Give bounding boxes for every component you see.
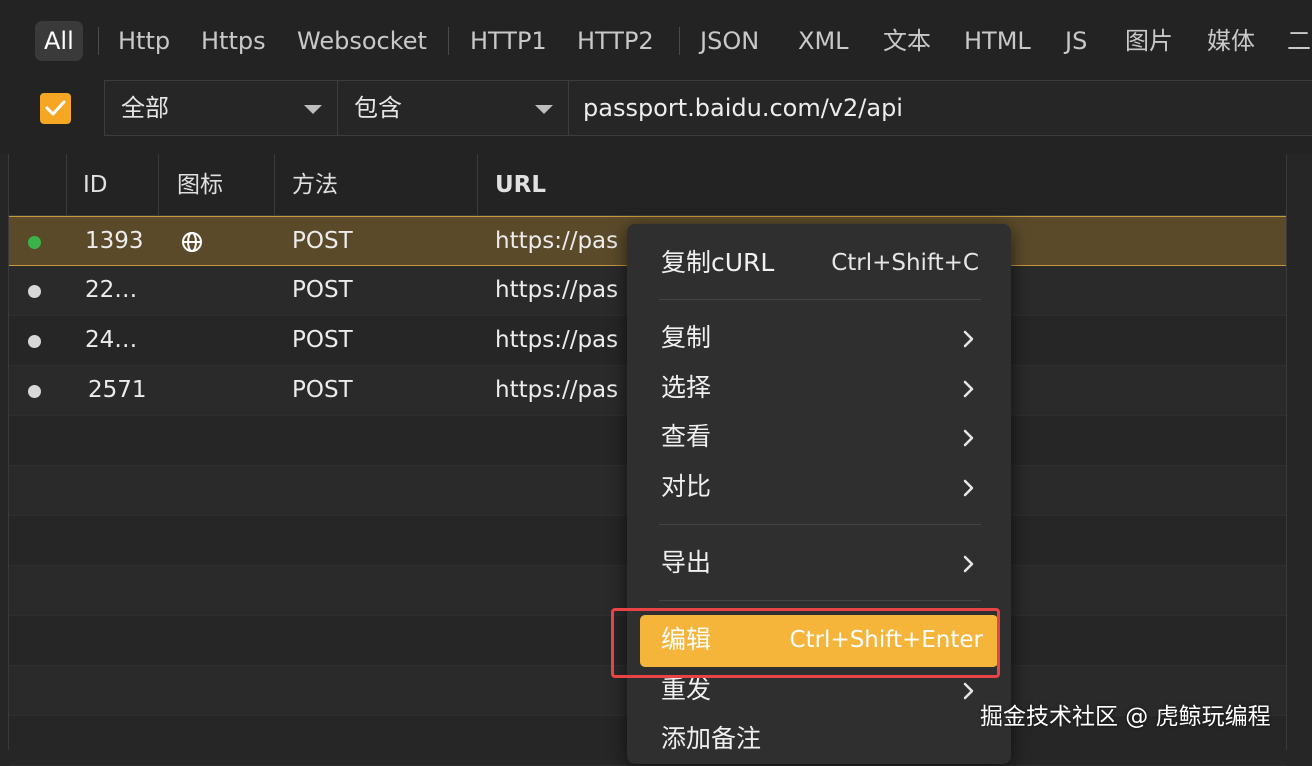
row-method: POST [292, 277, 353, 303]
column-header-icon[interactable]: 图标 [177, 154, 223, 216]
filter-enable-checkbox[interactable] [40, 93, 71, 124]
menu-item-add-note[interactable]: 添加备注 [627, 714, 1011, 764]
menu-item-label: 选择 [661, 373, 712, 402]
row-method: POST [292, 228, 353, 254]
status-dot [28, 335, 41, 348]
menu-separator [659, 299, 981, 300]
menu-item-view[interactable]: 查看 [627, 412, 1011, 462]
menu-item-label: 对比 [661, 472, 712, 501]
tab-http1[interactable]: HTTP1 [470, 22, 547, 60]
column-divider [477, 154, 478, 216]
column-header-url[interactable]: URL [495, 154, 546, 216]
column-header-id[interactable]: ID [83, 154, 108, 216]
check-icon [45, 100, 66, 116]
filter-match-value: 包含 [354, 94, 402, 122]
menu-item-label: 查看 [661, 422, 712, 451]
menu-item-label: 导出 [661, 548, 712, 577]
chevron-right-icon [963, 330, 974, 348]
filter-scope-select[interactable]: 全部 [104, 80, 338, 136]
chevron-right-icon [963, 682, 974, 700]
tab-binary[interactable]: 二 [1287, 22, 1311, 60]
annotation-highlight-box [611, 608, 1000, 678]
menu-item-label: 复制 [661, 323, 712, 352]
menu-item-label: 复制cURL [661, 248, 775, 277]
status-dot [28, 236, 41, 249]
chevron-right-icon [963, 380, 974, 398]
filter-text-input[interactable]: passport.baidu.com/v2/api [568, 80, 1312, 136]
status-dot [28, 385, 41, 398]
tab-js[interactable]: JS [1065, 22, 1087, 60]
chevron-right-icon [963, 429, 974, 447]
watermark: 掘金技术社区 @ 虎鲸玩编程 [980, 704, 1271, 730]
filter-scope-value: 全部 [121, 94, 169, 122]
tab-divider [448, 27, 449, 55]
column-divider [158, 154, 159, 216]
globe-icon [182, 232, 202, 252]
tab-divider [98, 27, 99, 55]
chevron-right-icon [963, 555, 974, 573]
chevron-right-icon [963, 479, 974, 497]
column-divider [66, 154, 67, 216]
menu-item-label: 添加备注 [661, 724, 762, 753]
row-id: 1393 [85, 228, 144, 254]
filter-match-select[interactable]: 包含 [337, 80, 569, 136]
table-header: ID 图标 方法 URL [9, 154, 1286, 216]
row-url: https://pas [495, 228, 619, 254]
menu-item-shortcut: Ctrl+Shift+C [831, 250, 979, 276]
context-menu: 复制cURL Ctrl+Shift+C 复制 选择 查看 对比 导出 编辑 Ct… [627, 224, 1011, 764]
tab-json[interactable]: JSON [700, 22, 759, 60]
tab-http[interactable]: Http [118, 22, 170, 60]
tab-websocket[interactable]: Websocket [297, 22, 427, 60]
menu-item-select[interactable]: 选择 [627, 363, 1011, 413]
tab-divider [679, 27, 680, 55]
chevron-down-icon [304, 105, 322, 114]
menu-separator [659, 524, 981, 525]
row-url: https://pas [495, 327, 619, 353]
menu-separator [659, 600, 981, 601]
menu-item-export[interactable]: 导出 [627, 538, 1011, 588]
menu-item-copy-curl[interactable]: 复制cURL Ctrl+Shift+C [627, 238, 1011, 288]
row-id: 24… [85, 327, 138, 353]
status-dot [28, 285, 41, 298]
row-id: 2571 [88, 377, 147, 403]
tab-all[interactable]: All [35, 21, 83, 61]
tab-image[interactable]: 图片 [1125, 22, 1173, 60]
tab-media[interactable]: 媒体 [1207, 22, 1255, 60]
column-divider [274, 154, 275, 216]
filter-text-value: passport.baidu.com/v2/api [583, 94, 903, 122]
tab-text[interactable]: 文本 [883, 22, 931, 60]
menu-item-copy[interactable]: 复制 [627, 313, 1011, 363]
tab-html[interactable]: HTML [964, 22, 1031, 60]
row-url: https://pas [495, 377, 619, 403]
row-id: 22… [85, 277, 138, 303]
menu-item-compare[interactable]: 对比 [627, 462, 1011, 512]
row-method: POST [292, 377, 353, 403]
row-url: https://pas [495, 277, 619, 303]
protocol-tab-bar: All Http Https Websocket HTTP1 HTTP2 JSO… [0, 0, 1312, 80]
tab-https[interactable]: Https [201, 22, 266, 60]
tab-http2[interactable]: HTTP2 [577, 22, 654, 60]
tab-xml[interactable]: XML [798, 22, 849, 60]
row-method: POST [292, 327, 353, 353]
chevron-down-icon [535, 105, 553, 114]
column-header-method[interactable]: 方法 [292, 154, 338, 216]
